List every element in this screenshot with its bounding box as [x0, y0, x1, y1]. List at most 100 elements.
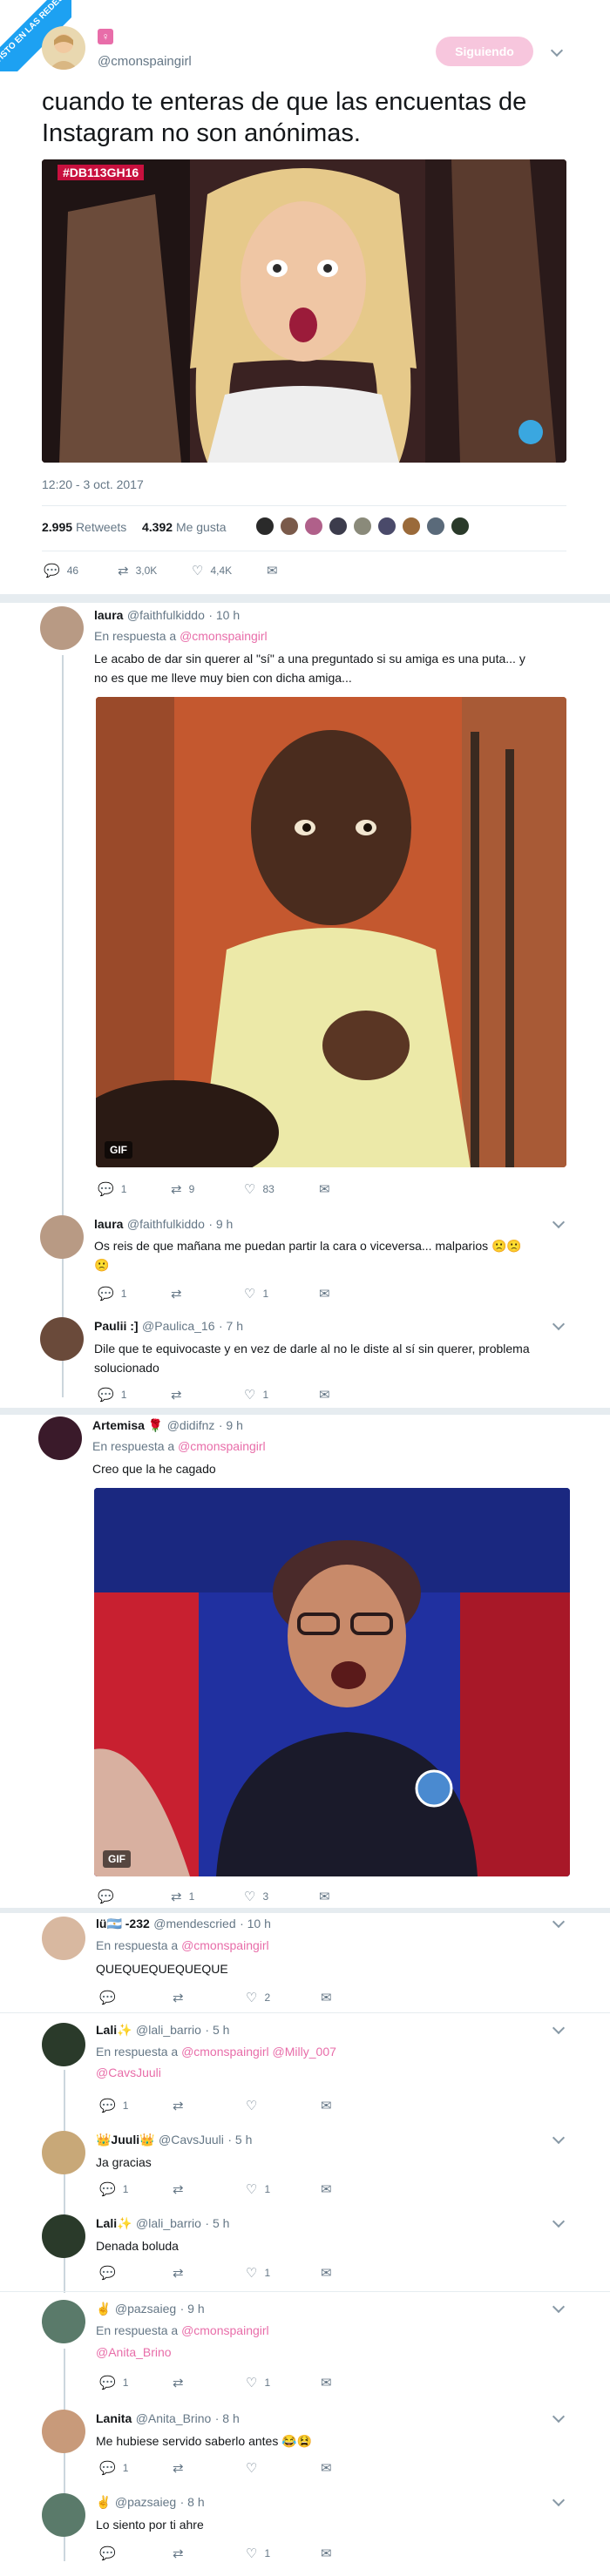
- reply-avatar[interactable]: [42, 2410, 85, 2453]
- dm-button[interactable]: ✉: [267, 563, 285, 578]
- like-button[interactable]: ♡ 1: [246, 2375, 270, 2390]
- retweet-stats[interactable]: 2.995 Retweets: [42, 520, 126, 534]
- like-button[interactable]: ♡ 1: [244, 1387, 268, 1403]
- reply-name[interactable]: laura: [94, 608, 123, 622]
- reply-to-link[interactable]: @cmonspaingirl: [178, 1439, 266, 1453]
- reply-handle[interactable]: @faithfulkiddo: [127, 608, 205, 622]
- retweet-button[interactable]: ⇄ 3,0K: [118, 563, 157, 578]
- reply-handle[interactable]: @Paulica_16: [142, 1319, 215, 1333]
- retweet-button[interactable]: ⇄: [173, 1990, 191, 2005]
- reply-name[interactable]: ✌: [96, 2495, 111, 2509]
- chevron-down-icon[interactable]: [552, 2131, 566, 2145]
- chevron-down-icon[interactable]: [552, 2021, 566, 2035]
- chevron-down-icon[interactable]: [552, 2493, 566, 2507]
- reply-avatar[interactable]: [42, 2300, 85, 2343]
- like-button[interactable]: ♡ 4,4K: [192, 563, 232, 578]
- dm-button[interactable]: ✉: [321, 2181, 339, 2197]
- liker-avatar[interactable]: [254, 516, 275, 537]
- reply-name[interactable]: ✌: [96, 2302, 111, 2316]
- reply-to-link[interactable]: @cmonspaingirl: [181, 1938, 269, 1952]
- retweet-button[interactable]: ⇄: [171, 1387, 189, 1403]
- liker-avatar[interactable]: [376, 516, 397, 537]
- chevron-down-icon[interactable]: [550, 44, 564, 57]
- reply-button[interactable]: 💬 1: [99, 2181, 128, 2197]
- reply-button[interactable]: 💬 1: [99, 2375, 128, 2390]
- like-button[interactable]: ♡ 1: [244, 1286, 268, 1302]
- reply-button[interactable]: 💬 1: [98, 1286, 126, 1302]
- reply-button[interactable]: 💬 1: [98, 1181, 126, 1197]
- like-button[interactable]: ♡ 1: [246, 2181, 270, 2197]
- reply-time[interactable]: · 5 h: [205, 2023, 229, 2037]
- reply-handle[interactable]: @didifnz: [167, 1418, 215, 1432]
- liker-avatar[interactable]: [450, 516, 471, 537]
- like-button[interactable]: ♡ 83: [244, 1181, 274, 1197]
- reply-avatar[interactable]: [42, 2023, 85, 2066]
- reply-time[interactable]: · 9 h: [208, 1217, 233, 1231]
- retweet-button[interactable]: ⇄ 9: [171, 1181, 194, 1197]
- reply-gif[interactable]: GIF: [96, 697, 566, 1167]
- liker-avatar[interactable]: [303, 516, 324, 537]
- chevron-down-icon[interactable]: [552, 1215, 566, 1229]
- like-button[interactable]: ♡ 1: [246, 2265, 270, 2281]
- chevron-down-icon[interactable]: [552, 1317, 566, 1331]
- dm-button[interactable]: ✉: [321, 2375, 339, 2390]
- liker-avatar[interactable]: [352, 516, 373, 537]
- reply-button[interactable]: 💬 46: [44, 563, 78, 578]
- retweet-button[interactable]: ⇄ 1: [171, 1889, 194, 1904]
- reply-avatar[interactable]: [40, 1317, 84, 1361]
- reply-button[interactable]: 💬: [99, 2546, 123, 2561]
- reply-button[interactable]: 💬: [99, 1990, 123, 2005]
- reply-to-link[interactable]: @CavsJuuli: [96, 2066, 161, 2079]
- reply-name[interactable]: Paulii :]: [94, 1319, 139, 1333]
- reply-name[interactable]: Lali✨: [96, 2216, 132, 2230]
- chevron-down-icon[interactable]: [552, 2410, 566, 2424]
- reply-handle[interactable]: @lali_barrio: [136, 2023, 201, 2037]
- retweet-button[interactable]: ⇄: [173, 2460, 191, 2476]
- liker-avatars[interactable]: [254, 516, 498, 538]
- reply-to-link[interactable]: @cmonspaingirl: [180, 629, 268, 643]
- reply-name[interactable]: 👑Juuli👑: [96, 2133, 155, 2147]
- main-handle[interactable]: @cmonspaingirl: [98, 54, 192, 69]
- reply-handle[interactable]: @lali_barrio: [136, 2216, 201, 2230]
- reply-button[interactable]: 💬 1: [99, 2460, 128, 2476]
- reply-button[interactable]: 💬: [98, 1889, 121, 1904]
- dm-button[interactable]: ✉: [321, 2460, 339, 2476]
- dm-button[interactable]: ✉: [319, 1889, 337, 1904]
- reply-avatar[interactable]: [40, 606, 84, 650]
- dm-button[interactable]: ✉: [321, 2265, 339, 2281]
- like-button[interactable]: ♡ 3: [244, 1889, 268, 1904]
- liker-avatar[interactable]: [279, 516, 300, 537]
- reply-to-link[interactable]: @cmonspaingirl @Milly_007: [181, 2045, 336, 2059]
- reply-name[interactable]: Lali✨: [96, 2023, 132, 2037]
- retweet-button[interactable]: ⇄: [173, 2546, 191, 2561]
- main-avatar[interactable]: [42, 26, 85, 70]
- reply-avatar[interactable]: [42, 2493, 85, 2537]
- reply-to-link[interactable]: @Anita_Brino: [96, 2345, 172, 2359]
- retweet-button[interactable]: ⇄: [173, 2375, 191, 2390]
- following-button[interactable]: Siguiendo: [436, 37, 533, 66]
- dm-button[interactable]: ✉: [321, 2098, 339, 2113]
- retweet-button[interactable]: ⇄: [173, 2098, 191, 2113]
- dm-button[interactable]: ✉: [321, 1990, 339, 2005]
- reply-time[interactable]: · 9 h: [180, 2302, 205, 2316]
- liker-avatar[interactable]: [328, 516, 349, 537]
- reply-name[interactable]: Lanita: [96, 2411, 132, 2425]
- main-timestamp[interactable]: 12:20 - 3 oct. 2017: [42, 477, 144, 491]
- dm-button[interactable]: ✉: [319, 1286, 337, 1302]
- reply-time[interactable]: · 5 h: [205, 2216, 229, 2230]
- retweet-button[interactable]: ⇄: [171, 1286, 189, 1302]
- reply-avatar[interactable]: [42, 1917, 85, 1960]
- reply-avatar[interactable]: [42, 2131, 85, 2174]
- dm-button[interactable]: ✉: [321, 2546, 339, 2561]
- reply-time[interactable]: · 10 h: [240, 1917, 271, 1930]
- reply-time[interactable]: · 8 h: [215, 2411, 240, 2425]
- dm-button[interactable]: ✉: [319, 1387, 337, 1403]
- like-button[interactable]: ♡ 2: [246, 1990, 270, 2005]
- chevron-down-icon[interactable]: [552, 2300, 566, 2314]
- reply-gif[interactable]: GIF: [94, 1488, 570, 1876]
- like-button[interactable]: ♡: [246, 2460, 264, 2476]
- like-button[interactable]: ♡ 1: [246, 2546, 270, 2561]
- reply-name[interactable]: lü🇦🇷 -232: [96, 1917, 150, 1930]
- reply-name[interactable]: Artemisa 🌹: [92, 1418, 163, 1432]
- retweet-button[interactable]: ⇄: [173, 2265, 191, 2281]
